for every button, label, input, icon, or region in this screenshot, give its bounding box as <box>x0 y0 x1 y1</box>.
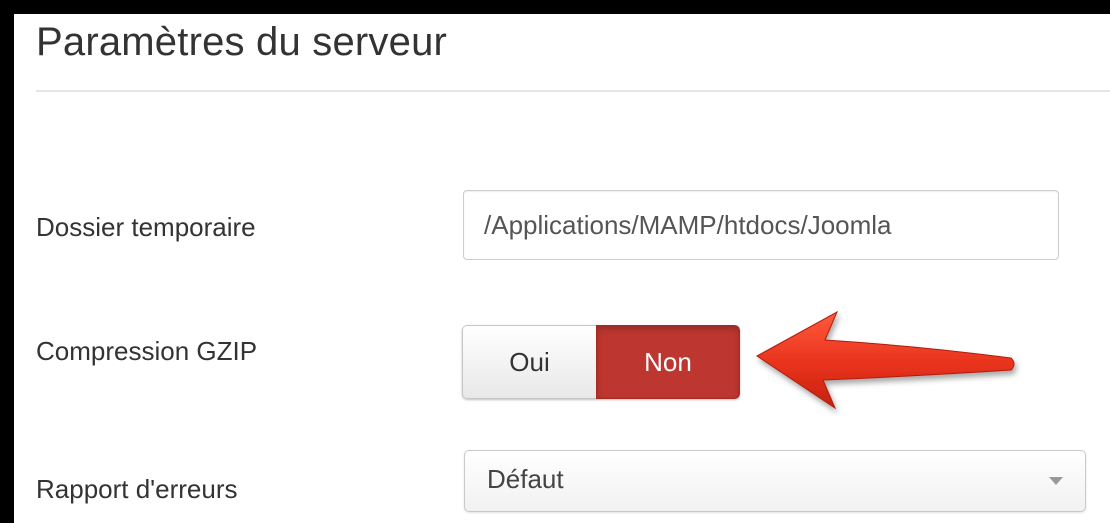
server-settings-panel: Paramètres du serveur Dossier temporaire… <box>14 14 1110 523</box>
page-title: Paramètres du serveur <box>36 20 448 64</box>
gzip-yes-button[interactable]: Oui <box>462 325 596 399</box>
temp-folder-label: Dossier temporaire <box>36 212 256 242</box>
title-divider <box>36 90 1110 92</box>
temp-folder-input[interactable] <box>463 190 1059 260</box>
chevron-down-icon <box>1049 477 1063 485</box>
error-reporting-label: Rapport d'erreurs <box>36 474 238 504</box>
gzip-toggle-group: Oui Non <box>462 325 740 399</box>
gzip-compression-label: Compression GZIP <box>36 336 258 366</box>
error-reporting-select[interactable]: Défaut <box>464 450 1086 512</box>
red-arrow-pointer-icon <box>756 310 1015 410</box>
gzip-no-button[interactable]: Non <box>596 325 740 399</box>
error-reporting-selected-value: Défaut <box>487 464 564 494</box>
